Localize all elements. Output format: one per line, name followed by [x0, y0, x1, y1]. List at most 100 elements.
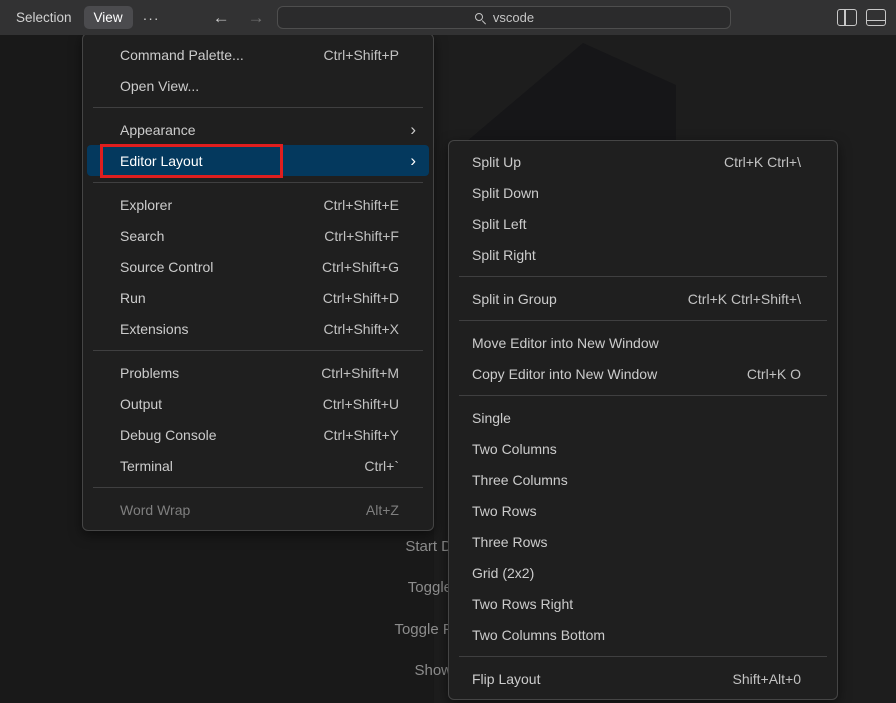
submenu-item-move-editor-new-window[interactable]: Move Editor into New Window — [453, 327, 833, 358]
menu-item-debug-console[interactable]: Debug Console Ctrl+Shift+Y — [87, 419, 429, 450]
menu-separator — [93, 487, 423, 488]
submenu-item-copy-editor-new-window[interactable]: Copy Editor into New Window Ctrl+K O — [453, 358, 833, 389]
titlebar: Selection View ··· ← → vscode — [0, 0, 896, 35]
menu-item-label: Word Wrap — [87, 502, 190, 518]
chevron-right-icon: › — [410, 152, 429, 169]
menu-item-label: Split Left — [453, 216, 526, 232]
menu-item-label: Open View... — [87, 78, 199, 94]
menu-item-label: Source Control — [87, 259, 213, 275]
menu-item-label: Search — [87, 228, 164, 244]
toggle-sidebar-icon[interactable] — [837, 9, 857, 26]
menu-item-label: Copy Editor into New Window — [453, 366, 657, 382]
submenu-item-flip-layout[interactable]: Flip Layout Shift+Alt+0 — [453, 663, 833, 694]
menu-separator — [459, 656, 827, 657]
watermark-label: Toggle — [0, 578, 452, 598]
menu-separator — [93, 350, 423, 351]
menu-separator — [459, 320, 827, 321]
menu-item-label: Output — [87, 396, 162, 412]
menu-item-label: Debug Console — [87, 427, 217, 443]
menu-item-label: Two Rows — [453, 503, 537, 519]
menu-item-terminal[interactable]: Terminal Ctrl+` — [87, 450, 429, 481]
menu-item-shortcut: Ctrl+Shift+P — [324, 47, 429, 63]
annotation-red-box — [100, 144, 283, 178]
command-center-search[interactable]: vscode — [277, 6, 731, 29]
menu-item-shortcut: Ctrl+Shift+E — [324, 197, 429, 213]
menu-item-shortcut: Ctrl+` — [364, 458, 429, 474]
menu-separator — [459, 276, 827, 277]
menu-item-label: Problems — [87, 365, 179, 381]
menu-item-shortcut: Shift+Alt+0 — [733, 671, 834, 687]
search-value: vscode — [493, 10, 534, 25]
menu-item-label: Split Down — [453, 185, 539, 201]
menu-item-extensions[interactable]: Extensions Ctrl+Shift+X — [87, 313, 429, 344]
editor-layout-submenu: Split Up Ctrl+K Ctrl+\ Split Down Split … — [448, 140, 838, 700]
menu-item-shortcut: Ctrl+K Ctrl+Shift+\ — [688, 291, 833, 307]
menu-item-shortcut: Ctrl+Shift+Y — [324, 427, 429, 443]
menu-separator — [459, 395, 827, 396]
watermark-label: Start D — [0, 537, 452, 557]
menu-item-shortcut: Ctrl+Shift+G — [322, 259, 429, 275]
menu-item-shortcut: Alt+Z — [366, 502, 429, 518]
menu-item-shortcut: Ctrl+Shift+F — [324, 228, 429, 244]
menu-item-command-palette[interactable]: Command Palette... Ctrl+Shift+P — [87, 39, 429, 70]
submenu-item-three-columns[interactable]: Three Columns — [453, 464, 833, 495]
menu-item-shortcut: Ctrl+K Ctrl+\ — [724, 154, 833, 170]
menu-item-search[interactable]: Search Ctrl+Shift+F — [87, 220, 429, 251]
menu-item-shortcut: Ctrl+Shift+X — [324, 321, 429, 337]
menu-item-shortcut: Ctrl+Shift+U — [323, 396, 429, 412]
watermark-label: Show — [0, 661, 452, 681]
menu-item-label: Three Columns — [453, 472, 568, 488]
menubar-item-selection[interactable]: Selection — [6, 6, 82, 29]
menu-item-label: Split Up — [453, 154, 521, 170]
menu-item-label: Move Editor into New Window — [453, 335, 659, 351]
submenu-item-two-columns[interactable]: Two Columns — [453, 433, 833, 464]
menu-item-label: Command Palette... — [87, 47, 244, 63]
menu-item-shortcut: Ctrl+Shift+M — [321, 365, 429, 381]
submenu-item-two-rows-right[interactable]: Two Rows Right — [453, 588, 833, 619]
menu-item-label: Run — [87, 290, 146, 306]
submenu-item-two-rows[interactable]: Two Rows — [453, 495, 833, 526]
nav-forward-icon: → — [239, 8, 274, 28]
menu-item-source-control[interactable]: Source Control Ctrl+Shift+G — [87, 251, 429, 282]
submenu-item-three-rows[interactable]: Three Rows — [453, 526, 833, 557]
menu-item-label: Explorer — [87, 197, 172, 213]
menu-item-label: Two Rows Right — [453, 596, 573, 612]
view-menu: Command Palette... Ctrl+Shift+P Open Vie… — [82, 33, 434, 531]
menu-item-output[interactable]: Output Ctrl+Shift+U — [87, 388, 429, 419]
submenu-item-split-down[interactable]: Split Down — [453, 177, 833, 208]
submenu-item-two-columns-bottom[interactable]: Two Columns Bottom — [453, 619, 833, 650]
menu-item-label: Terminal — [87, 458, 173, 474]
submenu-item-split-up[interactable]: Split Up Ctrl+K Ctrl+\ — [453, 146, 833, 177]
menu-item-label: Two Columns Bottom — [453, 627, 605, 643]
search-icon — [474, 12, 486, 24]
menubar-item-view[interactable]: View — [84, 6, 133, 29]
menu-item-label: Split Right — [453, 247, 536, 263]
menu-item-run[interactable]: Run Ctrl+Shift+D — [87, 282, 429, 313]
menu-item-label: Split in Group — [453, 291, 557, 307]
menu-item-shortcut: Ctrl+K O — [747, 366, 833, 382]
menu-item-appearance[interactable]: Appearance › — [87, 114, 429, 145]
watermark-label: Toggle F — [0, 620, 452, 640]
menu-item-word-wrap: Word Wrap Alt+Z — [87, 494, 429, 525]
menu-item-label: Two Columns — [453, 441, 557, 457]
menu-item-label: Flip Layout — [453, 671, 540, 687]
toggle-panel-icon[interactable] — [866, 9, 886, 26]
submenu-item-grid-2x2[interactable]: Grid (2x2) — [453, 557, 833, 588]
menu-item-problems[interactable]: Problems Ctrl+Shift+M — [87, 357, 429, 388]
menu-item-label: Appearance — [87, 122, 196, 138]
menu-item-label: Single — [453, 410, 511, 426]
menu-item-open-view[interactable]: Open View... — [87, 70, 429, 101]
menu-item-label: Extensions — [87, 321, 188, 337]
menu-item-explorer[interactable]: Explorer Ctrl+Shift+E — [87, 189, 429, 220]
submenu-item-split-in-group[interactable]: Split in Group Ctrl+K Ctrl+Shift+\ — [453, 283, 833, 314]
menu-separator — [93, 182, 423, 183]
menu-item-label: Grid (2x2) — [453, 565, 534, 581]
menubar-more-icon[interactable]: ··· — [133, 6, 170, 30]
nav-back-icon[interactable]: ← — [204, 8, 239, 28]
submenu-item-single[interactable]: Single — [453, 402, 833, 433]
submenu-item-split-right[interactable]: Split Right — [453, 239, 833, 270]
menu-item-label: Three Rows — [453, 534, 547, 550]
menu-item-shortcut: Ctrl+Shift+D — [323, 290, 429, 306]
chevron-right-icon: › — [410, 121, 429, 138]
submenu-item-split-left[interactable]: Split Left — [453, 208, 833, 239]
